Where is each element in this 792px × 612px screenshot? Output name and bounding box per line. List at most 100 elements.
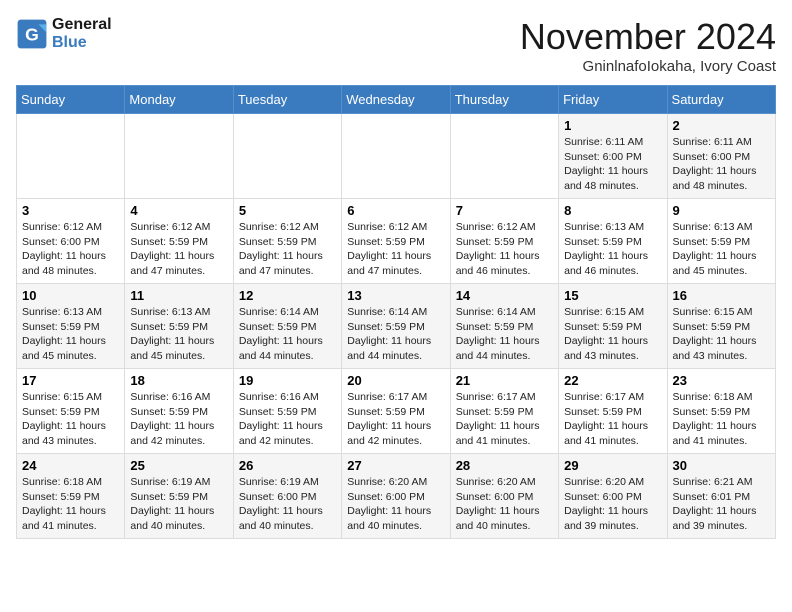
day-info: Sunrise: 6:12 AM Sunset: 6:00 PM Dayligh… [22,220,119,279]
day-number: 11 [130,288,227,303]
day-info: Sunrise: 6:13 AM Sunset: 5:59 PM Dayligh… [673,220,770,279]
day-info: Sunrise: 6:15 AM Sunset: 5:59 PM Dayligh… [564,305,661,364]
calendar-cell: 29Sunrise: 6:20 AM Sunset: 6:00 PM Dayli… [559,454,667,539]
calendar-cell: 19 Sunrise: 6:16 AM Sunset: 5:59 PM Dayli… [233,369,341,454]
day-info: Sunrise: 6:11 AM Sunset: 6:00 PM Dayligh… [673,135,770,194]
calendar-cell: 2 Sunrise: 6:11 AM Sunset: 6:00 PM Daylig… [667,114,775,199]
day-info: Sunrise: 6:15 AM Sunset: 5:59 PM Dayligh… [22,390,119,449]
day-info: Sunrise: 6:12 AM Sunset: 5:59 PM Dayligh… [347,220,444,279]
calendar-cell [233,114,341,199]
day-info: Sunrise: 6:19 AM Sunset: 5:59 PM Dayligh… [130,475,227,534]
page-header: G General Blue November 2024 GninlnafoIo… [16,16,776,75]
day-number: 2 [673,118,770,133]
calendar-cell: 30 Sunrise: 6:21 AM Sunset: 6:01 PM Dayli… [667,454,775,539]
logo-icon: G [16,18,48,50]
day-info: Sunrise: 6:11 AM Sunset: 6:00 PM Dayligh… [564,135,661,194]
day-info: Sunrise: 6:18 AM Sunset: 5:59 PM Dayligh… [22,475,119,534]
month-title: November 2024 [520,16,776,58]
calendar: SundayMondayTuesdayWednesdayThursdayFrid… [16,85,776,539]
day-info: Sunrise: 6:16 AM Sunset: 5:59 PM Dayligh… [130,390,227,449]
day-info: Sunrise: 6:12 AM Sunset: 5:59 PM Dayligh… [130,220,227,279]
day-number: 25 [130,458,227,473]
weekday-header: Sunday [17,86,125,114]
day-info: Sunrise: 6:15 AM Sunset: 5:59 PM Dayligh… [673,305,770,364]
weekday-header: Wednesday [342,86,450,114]
day-number: 24 [22,458,119,473]
day-number: 26 [239,458,336,473]
day-number: 27 [347,458,444,473]
day-info: Sunrise: 6:17 AM Sunset: 5:59 PM Dayligh… [564,390,661,449]
day-number: 20 [347,373,444,388]
calendar-cell: 11 Sunrise: 6:13 AM Sunset: 5:59 PM Dayli… [125,284,233,369]
calendar-cell: 22Sunrise: 6:17 AM Sunset: 5:59 PM Dayli… [559,369,667,454]
calendar-cell: 17 Sunrise: 6:15 AM Sunset: 5:59 PM Dayli… [17,369,125,454]
day-info: Sunrise: 6:14 AM Sunset: 5:59 PM Dayligh… [347,305,444,364]
day-number: 7 [456,203,553,218]
logo-text: General Blue [52,16,112,52]
day-info: Sunrise: 6:20 AM Sunset: 6:00 PM Dayligh… [347,475,444,534]
day-number: 18 [130,373,227,388]
calendar-cell: 16Sunrise: 6:15 AM Sunset: 5:59 PM Dayli… [667,284,775,369]
day-number: 6 [347,203,444,218]
day-info: Sunrise: 6:17 AM Sunset: 5:59 PM Dayligh… [347,390,444,449]
calendar-cell: 18 Sunrise: 6:16 AM Sunset: 5:59 PM Dayli… [125,369,233,454]
calendar-week-row: 10 Sunrise: 6:13 AM Sunset: 5:59 PM Dayli… [17,284,776,369]
day-number: 23 [673,373,770,388]
calendar-cell: 23 Sunrise: 6:18 AM Sunset: 5:59 PM Dayli… [667,369,775,454]
day-info: Sunrise: 6:13 AM Sunset: 5:59 PM Dayligh… [22,305,119,364]
day-info: Sunrise: 6:13 AM Sunset: 5:59 PM Dayligh… [130,305,227,364]
day-info: Sunrise: 6:14 AM Sunset: 5:59 PM Dayligh… [456,305,553,364]
logo[interactable]: G General Blue [16,16,112,52]
calendar-cell: 12 Sunrise: 6:14 AM Sunset: 5:59 PM Dayli… [233,284,341,369]
day-number: 12 [239,288,336,303]
day-number: 4 [130,203,227,218]
calendar-cell: 15 Sunrise: 6:15 AM Sunset: 5:59 PM Dayli… [559,284,667,369]
calendar-cell: 20 Sunrise: 6:17 AM Sunset: 5:59 PM Dayli… [342,369,450,454]
day-info: Sunrise: 6:18 AM Sunset: 5:59 PM Dayligh… [673,390,770,449]
title-area: November 2024 GninlnafoIokaha, Ivory Coa… [520,16,776,75]
day-info: Sunrise: 6:13 AM Sunset: 5:59 PM Dayligh… [564,220,661,279]
calendar-cell [125,114,233,199]
calendar-cell: 25 Sunrise: 6:19 AM Sunset: 5:59 PM Dayli… [125,454,233,539]
weekday-header: Tuesday [233,86,341,114]
calendar-cell [342,114,450,199]
day-number: 30 [673,458,770,473]
calendar-cell: 7Sunrise: 6:12 AM Sunset: 5:59 PM Daylig… [450,199,558,284]
calendar-cell: 24 Sunrise: 6:18 AM Sunset: 5:59 PM Dayli… [17,454,125,539]
day-number: 17 [22,373,119,388]
day-info: Sunrise: 6:19 AM Sunset: 6:00 PM Dayligh… [239,475,336,534]
day-info: Sunrise: 6:16 AM Sunset: 5:59 PM Dayligh… [239,390,336,449]
day-number: 14 [456,288,553,303]
calendar-cell: 1Sunrise: 6:11 AM Sunset: 6:00 PM Daylig… [559,114,667,199]
calendar-cell: 27 Sunrise: 6:20 AM Sunset: 6:00 PM Dayli… [342,454,450,539]
calendar-week-row: 1Sunrise: 6:11 AM Sunset: 6:00 PM Daylig… [17,114,776,199]
day-number: 8 [564,203,661,218]
day-info: Sunrise: 6:17 AM Sunset: 5:59 PM Dayligh… [456,390,553,449]
calendar-cell: 28 Sunrise: 6:20 AM Sunset: 6:00 PM Dayli… [450,454,558,539]
day-info: Sunrise: 6:20 AM Sunset: 6:00 PM Dayligh… [456,475,553,534]
weekday-header: Saturday [667,86,775,114]
calendar-cell: 14 Sunrise: 6:14 AM Sunset: 5:59 PM Dayli… [450,284,558,369]
calendar-cell: 5Sunrise: 6:12 AM Sunset: 5:59 PM Daylig… [233,199,341,284]
day-info: Sunrise: 6:14 AM Sunset: 5:59 PM Dayligh… [239,305,336,364]
calendar-cell: 6 Sunrise: 6:12 AM Sunset: 5:59 PM Daylig… [342,199,450,284]
day-info: Sunrise: 6:21 AM Sunset: 6:01 PM Dayligh… [673,475,770,534]
day-number: 10 [22,288,119,303]
day-number: 28 [456,458,553,473]
svg-text:G: G [25,24,39,44]
day-number: 5 [239,203,336,218]
calendar-week-row: 24 Sunrise: 6:18 AM Sunset: 5:59 PM Dayli… [17,454,776,539]
calendar-cell [450,114,558,199]
day-number: 15 [564,288,661,303]
day-number: 9 [673,203,770,218]
calendar-cell: 21 Sunrise: 6:17 AM Sunset: 5:59 PM Dayli… [450,369,558,454]
calendar-week-row: 3 Sunrise: 6:12 AM Sunset: 6:00 PM Daylig… [17,199,776,284]
weekday-header: Thursday [450,86,558,114]
calendar-cell: 8 Sunrise: 6:13 AM Sunset: 5:59 PM Daylig… [559,199,667,284]
day-number: 3 [22,203,119,218]
day-number: 19 [239,373,336,388]
calendar-cell: 13Sunrise: 6:14 AM Sunset: 5:59 PM Dayli… [342,284,450,369]
calendar-cell: 10 Sunrise: 6:13 AM Sunset: 5:59 PM Dayli… [17,284,125,369]
day-number: 21 [456,373,553,388]
calendar-cell [17,114,125,199]
